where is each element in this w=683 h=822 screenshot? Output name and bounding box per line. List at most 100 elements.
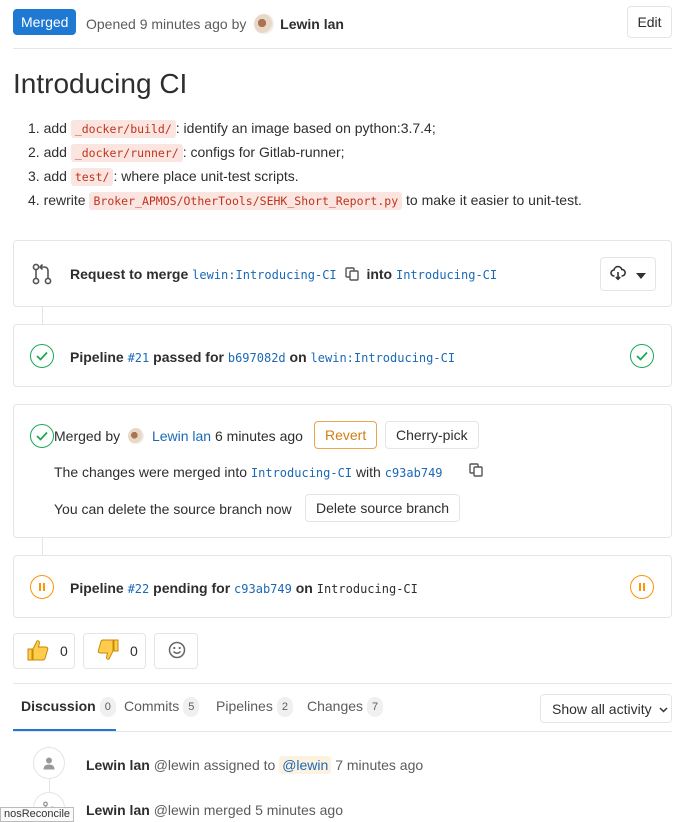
thumbs-down-icon: [96, 638, 120, 665]
pipeline-label: Pipeline: [70, 349, 124, 365]
commit-link[interactable]: c93ab749: [234, 582, 292, 596]
status-badge: Merged: [13, 9, 77, 35]
item-text: : configs for Gitlab-runner;: [182, 144, 345, 160]
on-label: on: [295, 580, 313, 596]
user-assigned-icon: [33, 747, 65, 779]
tabs-top-divider: [13, 683, 672, 684]
cherry-pick-button[interactable]: Cherry-pick: [385, 421, 479, 449]
description-item: 2. add _docker/runner/: configs for Gitl…: [28, 141, 668, 165]
inline-code: Broker_APMOS/OtherTools/SEHK_Short_Repor…: [89, 192, 403, 210]
note-handle[interactable]: @lewin: [154, 757, 200, 773]
merged-by-text: Merged by Lewin lan 6 minutes ago: [54, 427, 303, 445]
author-name[interactable]: Lewin lan: [280, 16, 344, 32]
status-pending-icon[interactable]: [30, 575, 54, 599]
description-item: 3. add test/: where place unit-test scri…: [28, 165, 668, 189]
mini-pipeline-success-icon[interactable]: [630, 344, 654, 368]
thumbs-down-button[interactable]: 0: [83, 633, 146, 669]
tab-discussion[interactable]: Discussion 0: [21, 697, 116, 717]
chevron-down-icon: [659, 695, 669, 722]
request-label: Request to merge: [70, 266, 189, 282]
system-note: Lewin lan @lewin assigned to @lewin 7 mi…: [86, 756, 423, 774]
author-avatar[interactable]: [254, 14, 275, 34]
thumbs-up-count: 0: [60, 643, 68, 659]
cloud-download-icon: [610, 265, 626, 284]
timeline-connector: [42, 538, 43, 555]
tab-label: Discussion: [21, 698, 96, 714]
tab-commits[interactable]: Commits 5: [124, 697, 200, 717]
thumbs-down-count: 0: [130, 643, 138, 659]
pipeline-text: Pipeline #21 passed for b697082d on lewi…: [70, 348, 455, 367]
item-verb: add: [43, 120, 67, 136]
target-branch-link[interactable]: Introducing-CI: [396, 268, 497, 282]
item-text: : identify an image based on python:3.7.…: [175, 120, 436, 136]
merged-user-link[interactable]: Lewin lan: [152, 428, 211, 444]
user-mention-link[interactable]: @lewin: [279, 756, 332, 774]
item-verb: rewrite: [43, 192, 86, 208]
pipeline-id-link[interactable]: #22: [128, 582, 150, 596]
pipeline-card: Pipeline #22 pending for c93ab749 on Int…: [13, 555, 672, 618]
item-number: 1.: [28, 120, 40, 136]
thumbs-up-icon: [26, 638, 50, 665]
tabs-bottom-divider: [13, 731, 672, 732]
merge-request-text: Request to merge lewin:Introducing-CI in…: [70, 265, 497, 285]
merge-request-icon: [32, 263, 52, 288]
tab-count-badge: 5: [183, 697, 200, 717]
merged-by-label: Merged by: [54, 428, 121, 444]
merged-success-icon: [30, 424, 54, 448]
source-branch: Introducing-CI: [235, 268, 337, 282]
item-text: : where place unit-test scripts.: [113, 168, 299, 184]
pipeline-label: Pipeline: [70, 580, 124, 596]
note-author[interactable]: Lewin lan: [86, 757, 150, 773]
note-time: 5 minutes ago: [255, 802, 344, 818]
tab-count-badge: 0: [99, 697, 116, 717]
activity-filter-label: Show all activity: [552, 701, 652, 717]
tab-pipelines[interactable]: Pipelines 2: [216, 697, 293, 717]
activity-filter-dropdown[interactable]: Show all activity: [540, 694, 672, 723]
commit-link[interactable]: b697082d: [228, 351, 286, 365]
into-label: into: [366, 266, 393, 282]
delete-source-branch-button[interactable]: Delete source branch: [305, 494, 461, 522]
changes-prefix: The changes were merged into: [54, 464, 247, 480]
note-action: merged: [203, 802, 252, 818]
thumbs-up-button[interactable]: 0: [13, 633, 75, 669]
item-number: 3.: [28, 168, 40, 184]
chevron-down-icon: [636, 266, 646, 282]
with-label: with: [355, 464, 381, 480]
item-text: to make it easier to unit-test.: [406, 192, 582, 208]
item-number: 2.: [28, 144, 40, 160]
source-branch-link[interactable]: lewin:Introducing-CI: [192, 268, 337, 282]
ref-branch: Introducing-CI: [316, 582, 418, 596]
tab-count-badge: 2: [276, 697, 293, 717]
merged-branch-link[interactable]: Introducing-CI: [251, 466, 352, 480]
timeline-connector: [42, 307, 43, 324]
inline-code: _docker/build/: [70, 120, 176, 138]
page-title: Introducing CI: [13, 68, 188, 99]
inline-code: _docker/runner/: [70, 144, 183, 162]
description-item: 1. add _docker/build/: identify an image…: [28, 117, 668, 141]
tab-changes[interactable]: Changes 7: [307, 697, 384, 717]
note-handle[interactable]: @lewin: [154, 802, 200, 818]
merged-commit-link[interactable]: c93ab749: [385, 466, 443, 480]
revert-button[interactable]: Revert: [314, 421, 378, 449]
pipeline-id-link[interactable]: #21: [128, 351, 150, 365]
download-dropdown-button[interactable]: [600, 257, 656, 291]
note-author[interactable]: Lewin lan: [86, 802, 150, 818]
note-action: assigned to: [203, 757, 276, 773]
header-divider: [13, 48, 672, 49]
merged-card: Merged by Lewin lan 6 minutes ago Revert…: [13, 404, 672, 538]
ref-link[interactable]: lewin:Introducing-CI: [311, 351, 456, 365]
status-success-icon[interactable]: [30, 344, 54, 368]
edit-button[interactable]: Edit: [627, 6, 672, 38]
changes-merged-text: The changes were merged into Introducing…: [54, 463, 443, 482]
merged-user-avatar[interactable]: [128, 428, 145, 444]
ref-namespace: lewin: [310, 351, 347, 365]
system-note: Lewin lan @lewin merged 5 minutes ago: [86, 801, 343, 819]
copy-branch-icon[interactable]: [344, 267, 359, 285]
description-item: 4. rewrite Broker_APMOS/OtherTools/SEHK_…: [28, 189, 668, 213]
mini-pipeline-pending-icon[interactable]: [630, 575, 654, 599]
smiley-icon: [168, 641, 186, 662]
pipeline-status-text: pending for: [153, 580, 231, 596]
delete-branch-text: You can delete the source branch now: [54, 501, 292, 517]
copy-commit-icon[interactable]: [469, 463, 483, 480]
add-reaction-button[interactable]: [154, 633, 198, 669]
